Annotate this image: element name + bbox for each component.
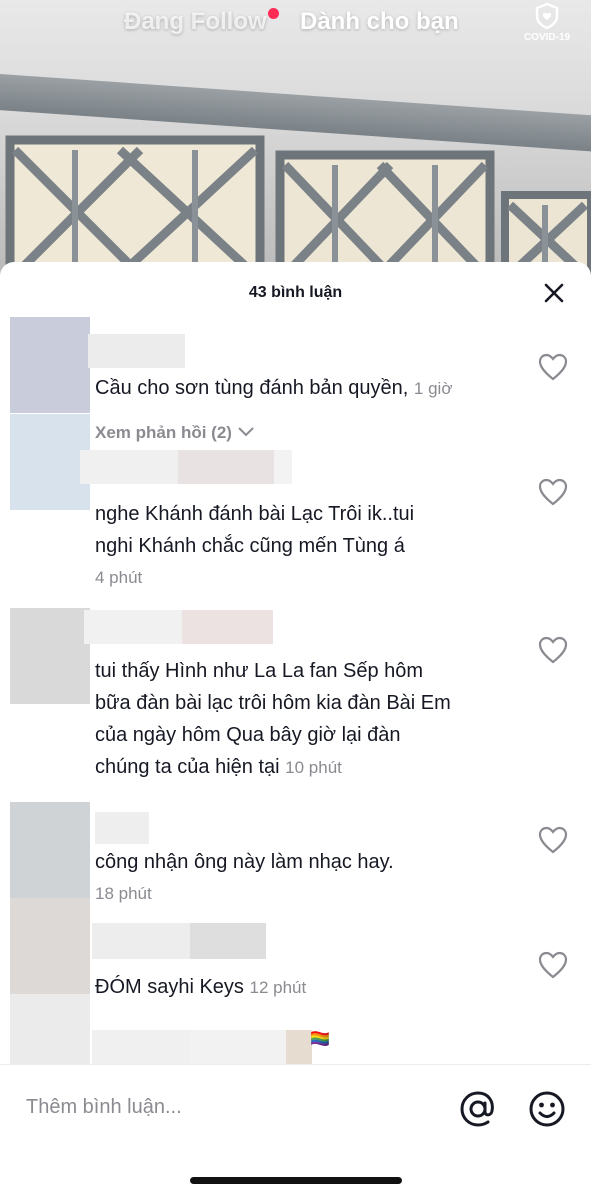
comment-text: nghe Khánh đánh bài Lạc Trôi ik..tui ngh… — [95, 498, 515, 562]
at-sign-icon[interactable] — [458, 1089, 498, 1129]
comment-body-line: bữa đàn bài lạc trôi hôm kia đàn Bài Em — [95, 692, 451, 714]
heart-icon[interactable] — [538, 478, 568, 506]
video-background[interactable] — [0, 0, 591, 280]
comment-body-line: nghi Khánh chắc cũng mến Tùng á — [95, 535, 405, 557]
tab-following[interactable]: Đang Follow — [124, 8, 267, 36]
live-indicator-dot — [268, 8, 279, 19]
tab-for-you[interactable]: Dành cho bạn — [300, 8, 459, 36]
shield-icon — [535, 2, 559, 30]
close-icon[interactable] — [543, 282, 565, 304]
comment-text: công nhận ông này làm nhạc hay. — [95, 846, 515, 878]
comment-body-line: chúng ta của hiện tại — [95, 756, 280, 778]
comment-timestamp: 1 giờ — [413, 379, 453, 398]
chevron-down-icon — [237, 427, 254, 437]
username-blurred — [178, 450, 274, 484]
comment-body-line: nghe Khánh đánh bài Lạc Trôi ik..tui — [95, 503, 415, 525]
comment-text: Cầu cho sơn tùng đánh bản quyền, 1 giờ — [95, 372, 515, 405]
username-blurred[interactable] — [92, 923, 190, 959]
covid-info-button[interactable]: COVID-19 — [521, 2, 573, 43]
username-blurred[interactable] — [80, 450, 178, 484]
feed-tabs: Đang Follow Dành cho bạn — [0, 6, 591, 38]
heart-icon[interactable] — [538, 353, 568, 381]
comment-text: tui thấy Hình như La La fan Sếp hôm bữa … — [95, 655, 515, 784]
comment-input[interactable] — [26, 1091, 426, 1123]
comments-sheet: 43 bình luận Cầu cho sơn tùng đánh bản q… — [0, 262, 591, 1196]
smiley-icon[interactable] — [527, 1089, 567, 1129]
comment-item: tui thấy Hình như La La fan Sếp hôm bữa … — [0, 608, 591, 808]
comment-body-line: của ngày hôm Qua bây giờ lại đàn — [95, 724, 401, 746]
username-blurred[interactable] — [95, 812, 149, 844]
comment-body-line: tui thấy Hình như La La fan Sếp hôm — [95, 660, 424, 682]
view-replies-link[interactable]: Xem phản hồi (2) — [95, 423, 255, 443]
username-blurred — [190, 923, 266, 959]
avatar[interactable] — [10, 802, 90, 898]
heart-icon[interactable] — [538, 826, 568, 854]
username-blurred — [274, 450, 292, 484]
comment-body: Cầu cho sơn tùng đánh bản quyền, — [95, 377, 409, 399]
username-blurred[interactable] — [84, 610, 182, 644]
avatar[interactable] — [10, 317, 90, 413]
covid-label: COVID-19 — [523, 32, 571, 43]
username-blurred — [182, 610, 273, 644]
rainbow-flag-emoji: 🏳️‍🌈 — [310, 1031, 330, 1048]
comment-item: ĐÓM sayhi Keys 12 phút — [0, 898, 591, 1008]
avatar[interactable] — [10, 608, 90, 704]
avatar[interactable] — [10, 898, 90, 994]
comment-timestamp: 10 phút — [285, 758, 342, 777]
heart-icon[interactable] — [538, 636, 568, 664]
home-indicator[interactable] — [190, 1177, 402, 1184]
comment-item: nghe Khánh đánh bài Lạc Trôi ik..tui ngh… — [0, 448, 591, 588]
heart-icon[interactable] — [538, 951, 568, 979]
comment-item: 🏳️‍🌈 — [0, 994, 591, 1104]
comments-count-title: 43 bình luận — [248, 284, 343, 301]
comment-body: công nhận ông này làm nhạc hay. — [95, 851, 394, 873]
username-blurred[interactable] — [88, 334, 185, 368]
comment-input-bar — [0, 1064, 591, 1196]
comment-timestamp: 4 phút — [95, 568, 143, 587]
window-lattice-image — [5, 135, 591, 280]
view-replies-label: Xem phản hồi (2) — [95, 423, 232, 442]
